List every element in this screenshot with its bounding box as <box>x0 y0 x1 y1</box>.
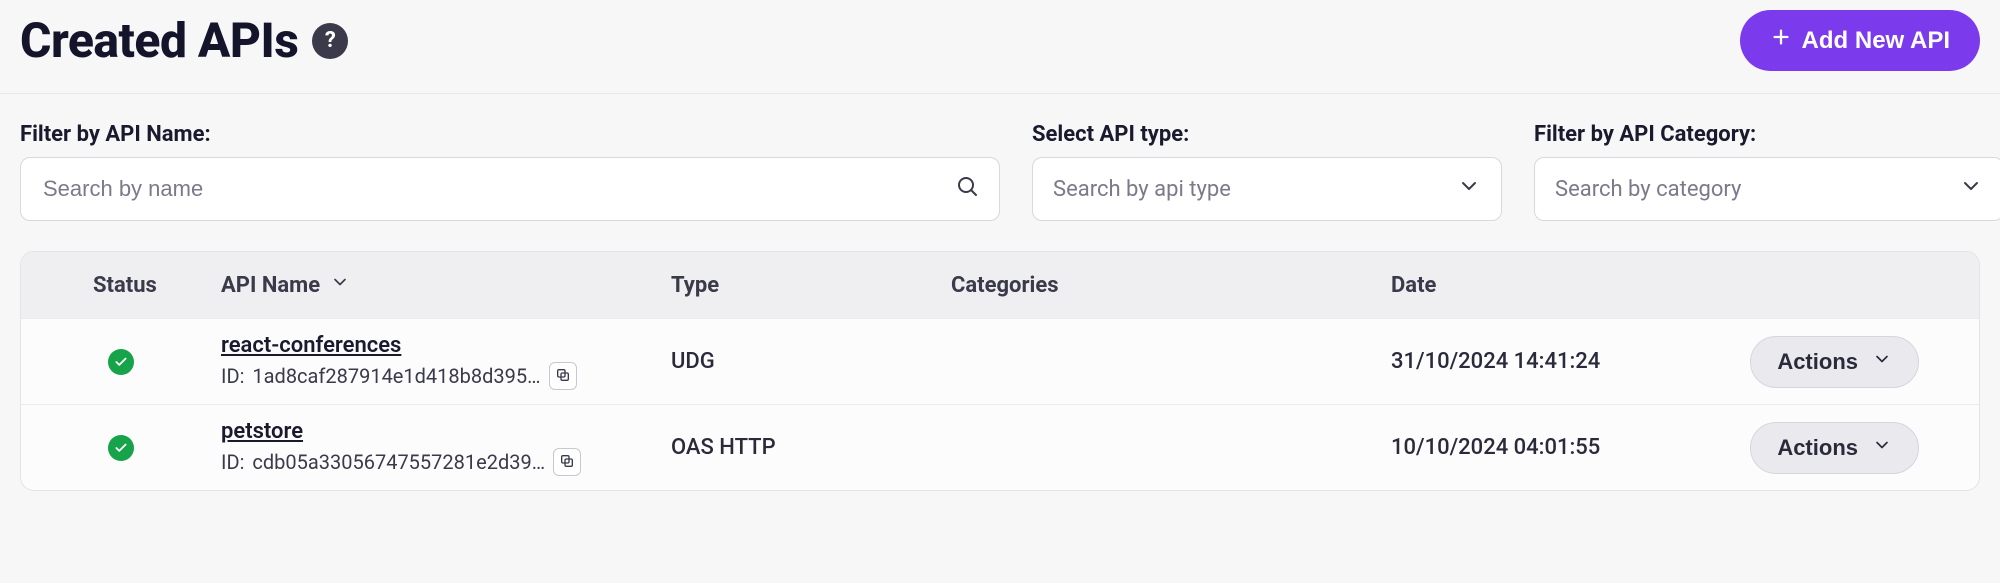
chevron-down-icon <box>1457 174 1481 204</box>
status-ok-icon <box>108 435 134 461</box>
copy-icon <box>555 367 571 386</box>
row-actions-label: Actions <box>1777 435 1858 461</box>
table-header-row: Status API Name Type Categories Date <box>21 252 1979 318</box>
api-date-cell: 10/10/2024 04:01:55 <box>1391 435 1721 460</box>
chevron-down-icon <box>330 272 350 298</box>
api-id-value: 1ad8caf287914e1d418b8d395… <box>252 364 540 388</box>
plus-icon <box>1770 26 1792 55</box>
search-icon <box>955 174 979 204</box>
api-name-cell: petstore ID: cdb05a33056747557281e2d39… <box>221 419 671 476</box>
row-actions-button[interactable]: Actions <box>1750 422 1919 474</box>
row-actions-button[interactable]: Actions <box>1750 336 1919 388</box>
api-id-value: cdb05a33056747557281e2d39… <box>252 450 545 474</box>
col-header-type: Type <box>671 273 951 298</box>
api-type-cell: OAS HTTP <box>671 435 951 460</box>
table-row: react-conferences ID: 1ad8caf287914e1d41… <box>21 318 1979 404</box>
help-icon[interactable]: ? <box>312 23 348 59</box>
api-id-prefix: ID: <box>221 364 244 388</box>
filter-by-type-group: Select API type: Search by api type <box>1032 122 1502 221</box>
col-header-categories: Categories <box>951 273 1391 298</box>
col-header-status: Status <box>21 273 221 298</box>
copy-icon <box>559 453 575 472</box>
add-new-api-button[interactable]: Add New API <box>1740 10 1980 71</box>
filter-by-category-select[interactable]: Search by category <box>1534 157 2000 221</box>
apis-table: Status API Name Type Categories Date <box>20 251 1980 491</box>
row-actions-label: Actions <box>1777 349 1858 375</box>
api-name-link[interactable]: react-conferences <box>221 333 671 358</box>
filter-by-category-label: Filter by API Category: <box>1534 122 2000 147</box>
chevron-down-icon <box>1872 435 1892 461</box>
add-new-api-label: Add New API <box>1802 27 1950 55</box>
api-name-cell: react-conferences ID: 1ad8caf287914e1d41… <box>221 333 671 390</box>
filter-by-name-label: Filter by API Name: <box>20 122 1000 147</box>
status-ok-icon <box>108 349 134 375</box>
col-header-api-name[interactable]: API Name <box>221 272 671 298</box>
table-row: petstore ID: cdb05a33056747557281e2d39… … <box>21 404 1979 490</box>
api-name-link[interactable]: petstore <box>221 419 671 444</box>
chevron-down-icon <box>1959 174 1983 204</box>
search-by-name-input[interactable] <box>41 175 955 203</box>
copy-id-button[interactable] <box>549 362 577 390</box>
filter-by-name-control[interactable] <box>20 157 1000 221</box>
api-type-cell: UDG <box>671 349 951 374</box>
chevron-down-icon <box>1872 349 1892 375</box>
filter-by-type-label: Select API type: <box>1032 122 1502 147</box>
api-id-prefix: ID: <box>221 450 244 474</box>
page-title: Created APIs <box>20 12 298 69</box>
status-cell <box>21 349 221 375</box>
filter-by-type-select[interactable]: Search by api type <box>1032 157 1502 221</box>
col-header-date: Date <box>1391 273 1721 298</box>
filter-by-category-group: Filter by API Category: Search by catego… <box>1534 122 2000 221</box>
status-cell <box>21 435 221 461</box>
page-header: Created APIs ? Add New API <box>0 0 2000 94</box>
filter-by-name-group: Filter by API Name: <box>20 122 1000 221</box>
filters-row: Filter by API Name: Select API type: Sea… <box>0 94 2000 239</box>
copy-id-button[interactable] <box>553 448 581 476</box>
filter-by-category-placeholder: Search by category <box>1555 177 1741 202</box>
filter-by-type-placeholder: Search by api type <box>1053 177 1231 202</box>
api-date-cell: 31/10/2024 14:41:24 <box>1391 349 1721 374</box>
